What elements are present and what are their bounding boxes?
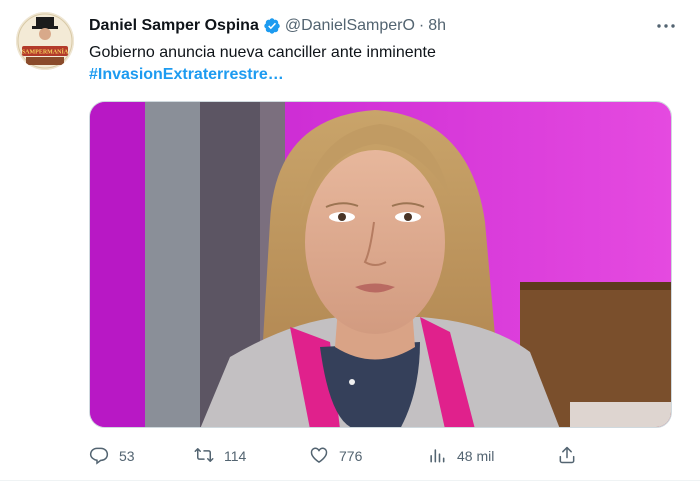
reply-count: 53 xyxy=(119,448,135,464)
share-icon xyxy=(557,445,587,468)
retweet-button[interactable]: 114 xyxy=(194,443,246,469)
tweet-body: Gobierno anuncia nueva canciller ante in… xyxy=(89,44,436,61)
avatar[interactable]: SAMPERMANÍA xyxy=(16,12,74,70)
reply-icon xyxy=(89,445,119,468)
tweet-header: Daniel Samper Ospina @DanielSamperO · 8h xyxy=(89,15,446,37)
author-handle[interactable]: @DanielSamperO xyxy=(285,17,415,35)
retweet-icon xyxy=(194,445,224,468)
separator-dot: · xyxy=(418,17,425,34)
tweet-time[interactable]: 8h xyxy=(428,17,446,35)
retweet-count: 114 xyxy=(224,448,247,464)
like-button[interactable]: 776 xyxy=(309,443,362,469)
views-count: 48 mil xyxy=(457,448,495,464)
views-button[interactable]: 48 mil xyxy=(427,443,494,469)
more-icon[interactable] xyxy=(654,14,678,38)
author-name[interactable]: Daniel Samper Ospina xyxy=(89,17,259,35)
reply-button[interactable]: 53 xyxy=(89,443,135,469)
heart-icon xyxy=(309,445,339,468)
share-button[interactable] xyxy=(557,443,587,469)
avatar-caption: SAMPERMANÍA xyxy=(22,48,69,56)
avatar-image: SAMPERMANÍA xyxy=(16,12,74,70)
tweet-media[interactable] xyxy=(89,101,672,428)
tweet-text: Gobierno anuncia nueva canciller ante in… xyxy=(89,42,669,86)
tweet-actions: 53 114 776 48 mil xyxy=(89,443,589,469)
media-image xyxy=(90,102,671,427)
like-count: 776 xyxy=(339,448,363,464)
hashtag-link[interactable]: #InvasionExtraterrestre… xyxy=(89,66,284,83)
verified-badge-icon xyxy=(263,17,281,35)
tweet[interactable]: SAMPERMANÍA Daniel Samper Ospina @Daniel… xyxy=(0,0,700,481)
views-icon xyxy=(427,445,457,468)
